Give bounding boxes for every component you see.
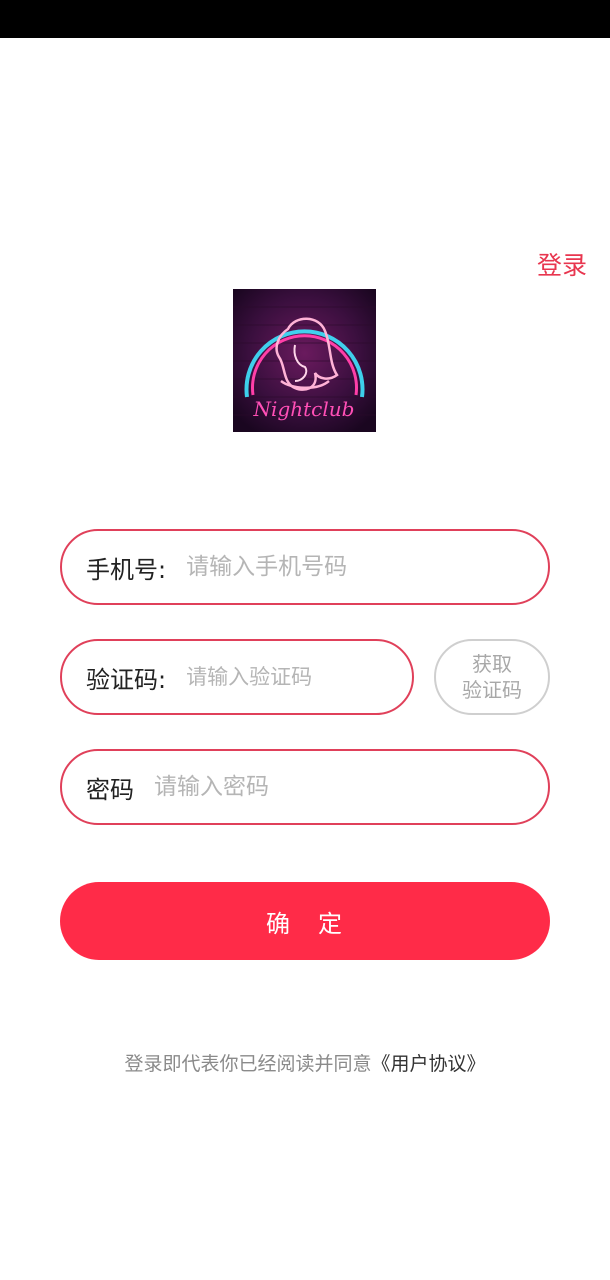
login-link[interactable]: 登录 [537, 246, 587, 282]
agreement-text: 登录即代表你已经阅读并同意《用户协议》 [0, 1049, 610, 1076]
password-input[interactable] [152, 773, 548, 801]
confirm-button[interactable]: 确 定 [60, 882, 550, 960]
phone-input[interactable] [184, 553, 548, 581]
status-bar [0, 0, 610, 38]
nightclub-logo-icon: Nightclub [233, 289, 376, 432]
phone-field: 手机号: [60, 529, 550, 605]
svg-text:Nightclub: Nightclub [253, 397, 355, 421]
code-input[interactable] [184, 664, 412, 690]
user-agreement-link[interactable]: 《用户协议》 [372, 1053, 486, 1075]
app-logo: Nightclub [233, 289, 376, 432]
phone-label: 手机号: [86, 555, 167, 584]
agreement-prefix: 登录即代表你已经阅读并同意 [124, 1053, 372, 1075]
code-label: 验证码: [86, 665, 167, 694]
get-code-button[interactable]: 获取 验证码 [434, 639, 550, 715]
code-field: 验证码: [60, 639, 414, 715]
password-field: 密码 [60, 749, 550, 825]
password-label: 密码 [86, 775, 134, 804]
